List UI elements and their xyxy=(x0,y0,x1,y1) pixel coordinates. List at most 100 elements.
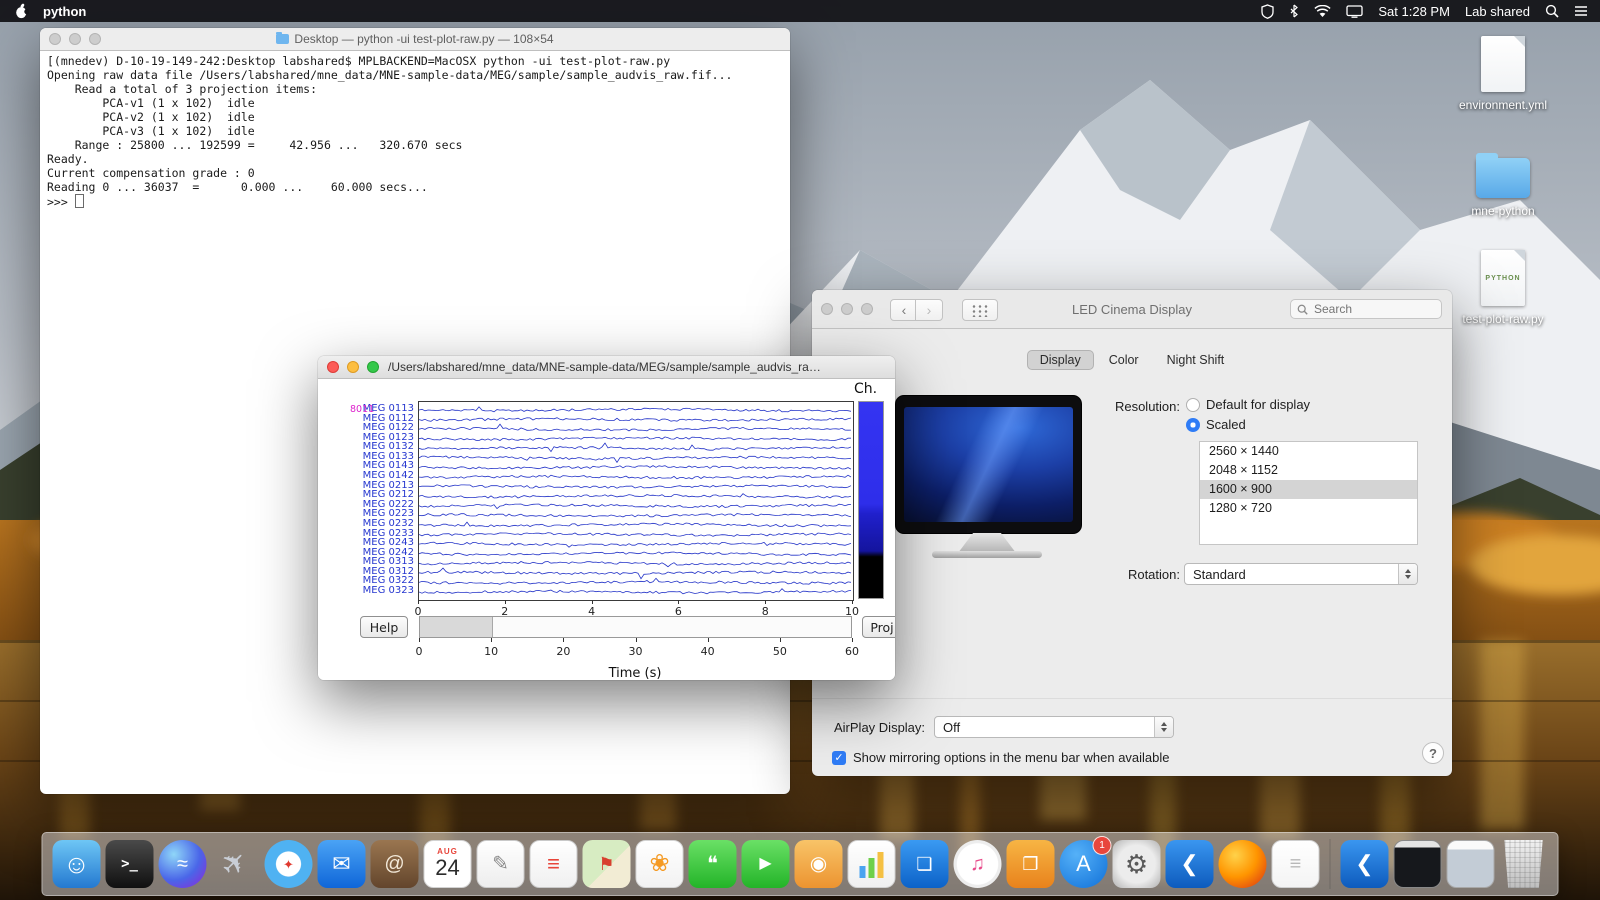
shield-icon[interactable] xyxy=(1261,3,1275,19)
dock-item-itunes[interactable]: ♫ xyxy=(953,840,1002,888)
resolution-option[interactable]: 1600 × 900 xyxy=(1200,480,1417,499)
terminal-output[interactable]: [(mnedev) D-10-19-149-242:Desktop labsha… xyxy=(40,51,790,211)
minimize-button[interactable] xyxy=(841,303,853,315)
bluetooth-icon[interactable] xyxy=(1289,4,1299,18)
dock-item-firefox[interactable] xyxy=(1218,840,1267,888)
desktop-icon-mne-python[interactable]: mne-python xyxy=(1438,148,1568,218)
apple-menu-icon[interactable] xyxy=(14,3,29,19)
python-badge: PYTHON xyxy=(1485,274,1521,282)
dock-item-finder[interactable]: ☺ xyxy=(52,840,101,888)
dock-item-terminal[interactable]: >_ xyxy=(105,840,154,888)
plot-axes[interactable] xyxy=(418,401,854,601)
divider xyxy=(812,698,1452,699)
dock-item-vscode[interactable]: ❮ xyxy=(1165,840,1214,888)
radio-scaled-label[interactable]: Scaled xyxy=(1206,417,1246,432)
tab-night-shift[interactable]: Night Shift xyxy=(1154,350,1238,370)
dock-item-app-window[interactable] xyxy=(1446,840,1495,888)
system-preferences-window[interactable]: ‹ › LED Cinema Display Display Color Nig… xyxy=(812,290,1452,776)
notification-center-icon[interactable] xyxy=(1574,5,1588,17)
resolution-option[interactable]: 1280 × 720 xyxy=(1200,499,1417,518)
dock-item-siri[interactable]: ≈ xyxy=(158,840,207,888)
dock-item-launchpad[interactable]: ✈ xyxy=(212,840,260,888)
tab-display[interactable]: Display xyxy=(1026,350,1094,370)
resolution-option[interactable]: 2560 × 1440 xyxy=(1200,442,1417,461)
minimize-button[interactable] xyxy=(347,361,359,373)
dock-item-textedit[interactable]: ✎ xyxy=(476,840,525,888)
close-button[interactable] xyxy=(821,303,833,315)
display-mirroring-icon[interactable] xyxy=(1346,4,1364,18)
radio-scaled[interactable] xyxy=(1186,418,1200,432)
terminal-cursor xyxy=(74,194,84,208)
zoom-button[interactable] xyxy=(861,303,873,315)
dock-item-document[interactable]: ≡ xyxy=(1271,840,1320,888)
trash-icon xyxy=(1504,840,1543,888)
tab-color[interactable]: Color xyxy=(1096,350,1152,370)
rotation-dropdown[interactable]: Standard xyxy=(1184,563,1418,585)
resolution-list[interactable]: 2560 × 1440 2048 × 1152 1600 × 900 1280 × 7… xyxy=(1199,441,1418,545)
folder-proxy-icon xyxy=(276,32,290,44)
terminal-line: Reading 0 ... 36037 = 0.000 ... 60.000 s… xyxy=(47,180,428,194)
plot-titlebar[interactable]: /Users/labshared/mne_data/MNE-sample-dat… xyxy=(318,356,895,379)
time-scrollbar[interactable] xyxy=(419,616,852,638)
channel-scrollbar[interactable] xyxy=(858,401,884,599)
desktop-icon-environment-yml[interactable]: environment.yml xyxy=(1438,36,1568,112)
wifi-icon[interactable] xyxy=(1314,4,1331,18)
plot-body: Ch. 8011 MEG 0113 MEG 0112 MEG 0122 MEG 012… xyxy=(318,379,895,680)
plot-help-button[interactable]: Help xyxy=(360,616,408,638)
terminal-line: PCA-v2 (1 x 102) idle xyxy=(47,110,255,124)
terminal-titlebar[interactable]: Desktop — python -ui test-plot-raw.py — … xyxy=(40,28,790,51)
radio-default-label[interactable]: Default for display xyxy=(1206,397,1310,412)
dock-item-system-preferences[interactable]: ⚙ xyxy=(1112,840,1161,888)
mne-plot-window[interactable]: /Users/labshared/mne_data/MNE-sample-dat… xyxy=(318,356,895,680)
mail-icon: ✉ xyxy=(317,840,366,888)
show-all-button[interactable] xyxy=(962,299,998,321)
desktop-icon-test-plot-raw-py[interactable]: PYTHON test-plot-raw.py xyxy=(1438,250,1568,326)
dock-item-books[interactable]: ❐ xyxy=(1006,840,1055,888)
menubar-user[interactable]: Lab shared xyxy=(1465,4,1530,19)
dock-item-app-store[interactable]: A1 xyxy=(1059,836,1112,888)
minimize-button[interactable] xyxy=(69,33,81,45)
zoom-button[interactable] xyxy=(367,361,379,373)
close-button[interactable] xyxy=(49,33,61,45)
dock-item-trash[interactable] xyxy=(1500,840,1548,888)
channel-label[interactable]: MEG 0323 xyxy=(334,586,414,596)
dock-item-reminders[interactable]: ≡ xyxy=(529,840,578,888)
airplay-dropdown[interactable]: Off xyxy=(934,716,1174,738)
dock-item-photo-booth[interactable]: ◉ xyxy=(794,840,843,888)
help-button[interactable]: ? xyxy=(1422,742,1444,764)
spotlight-icon[interactable] xyxy=(1545,4,1559,18)
dock-item-calendar[interactable]: AUG 24 xyxy=(423,840,472,888)
dock-item-messages[interactable]: ❝ xyxy=(688,840,737,888)
dock-item-facetime[interactable]: ▶ xyxy=(741,840,790,888)
meg-traces[interactable] xyxy=(419,402,853,600)
time-scrollbar-thumb[interactable] xyxy=(420,617,493,637)
resolution-option[interactable]: 2048 × 1152 xyxy=(1200,461,1417,480)
search-field[interactable] xyxy=(1290,299,1442,319)
display-preview-screen xyxy=(904,407,1073,522)
checkbox-checked-icon[interactable]: ✓ xyxy=(832,750,846,765)
search-input[interactable] xyxy=(1312,301,1426,317)
dock-item-terminal-window[interactable] xyxy=(1393,840,1442,888)
rotation-label: Rotation: xyxy=(1127,567,1180,582)
dock-item-numbers[interactable] xyxy=(847,840,896,888)
radio-default-for-display[interactable] xyxy=(1186,398,1200,412)
close-button[interactable] xyxy=(327,361,339,373)
dock-item-photos[interactable]: ❀ xyxy=(635,840,684,888)
dock-item-keynote[interactable]: ❏ xyxy=(900,840,949,888)
proj-button[interactable]: Proj xyxy=(862,616,895,638)
menubar: python Sat 1:28 PM Lab shared xyxy=(0,0,1600,22)
vscode-window-icon: ❮ xyxy=(1340,840,1389,888)
channel-axis-label: Ch. xyxy=(854,381,878,397)
menubar-clock[interactable]: Sat 1:28 PM xyxy=(1378,4,1450,19)
dock-item-maps[interactable]: ⚑ xyxy=(582,840,631,888)
mirroring-checkbox-row[interactable]: ✓ Show mirroring options in the menu bar… xyxy=(832,750,1170,765)
active-app-name[interactable]: python xyxy=(43,4,86,19)
dock-item-safari[interactable]: ✦ xyxy=(264,840,313,888)
back-button[interactable]: ‹ xyxy=(890,299,918,321)
dock-item-vscode-window[interactable]: ❮ xyxy=(1340,840,1389,888)
dock-item-mail[interactable]: ✉ xyxy=(317,840,366,888)
axis-tick-mark xyxy=(419,638,420,642)
zoom-button[interactable] xyxy=(89,33,101,45)
dock-item-contacts[interactable]: @ xyxy=(370,840,419,888)
forward-button[interactable]: › xyxy=(915,299,943,321)
